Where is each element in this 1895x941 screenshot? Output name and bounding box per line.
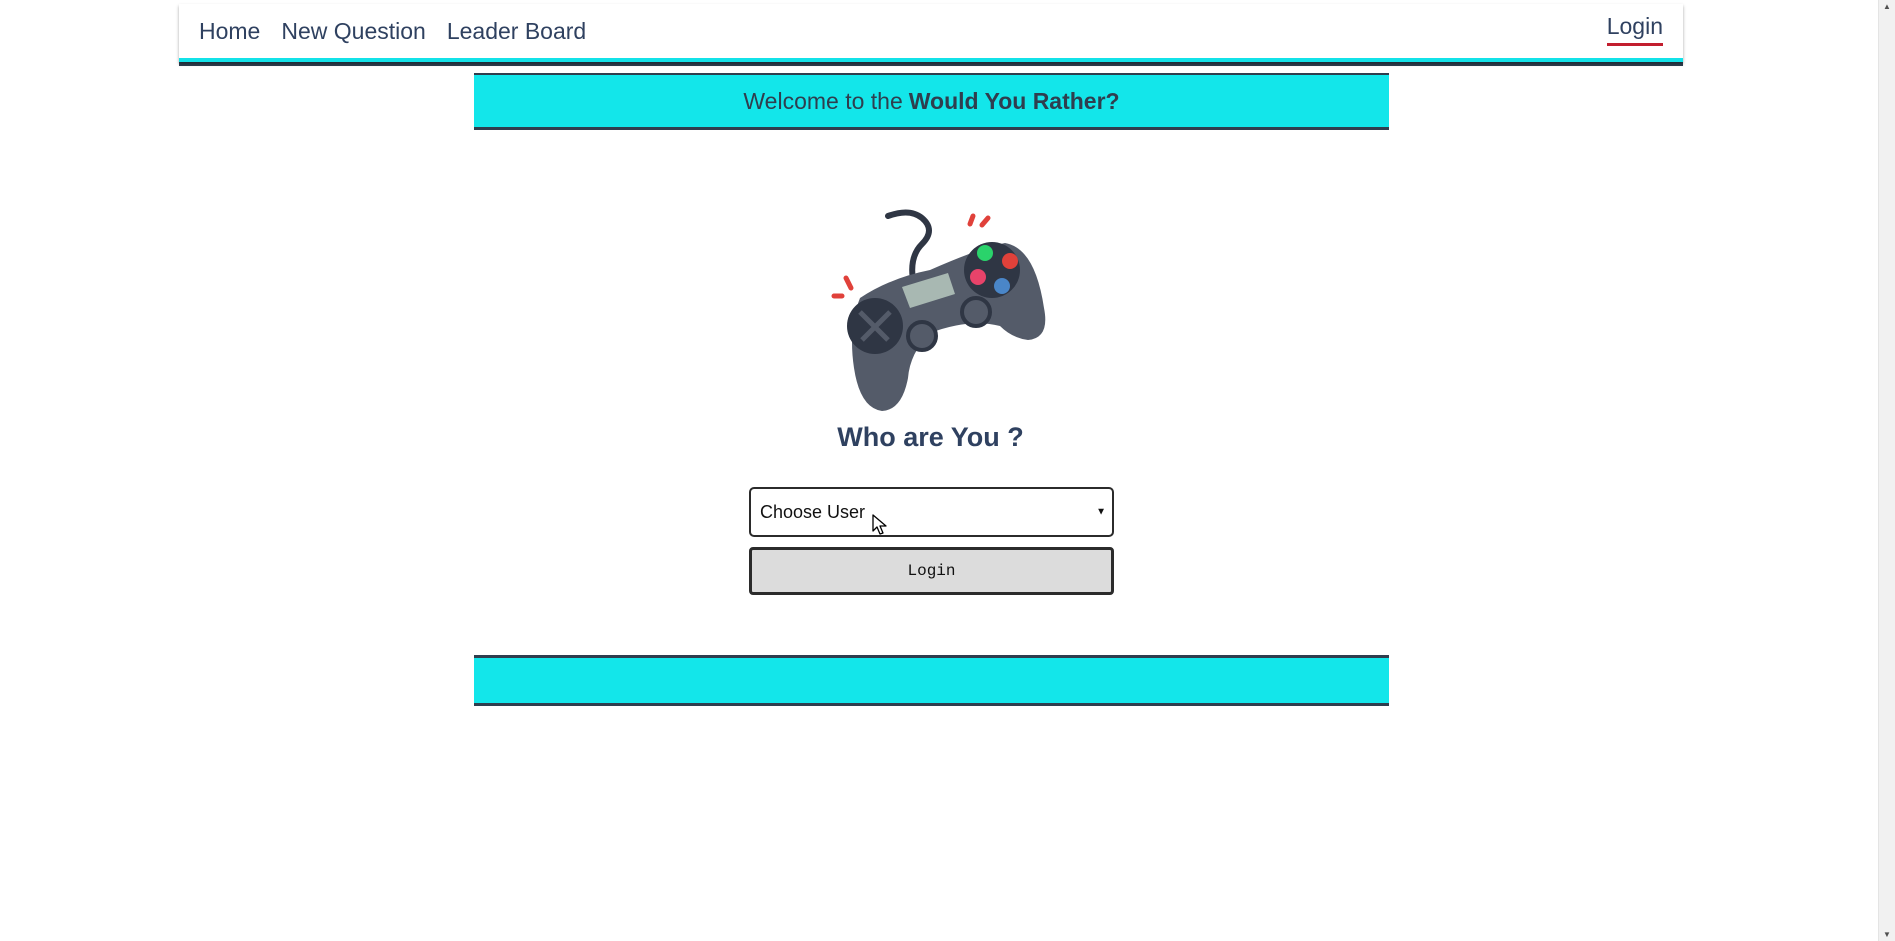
scroll-up-icon[interactable]: ▲	[1883, 2, 1891, 11]
scrollbar[interactable]: ▲ ▼	[1878, 0, 1895, 941]
login-button[interactable]: Login	[749, 547, 1114, 595]
nav-new-question-link[interactable]: New Question	[281, 18, 425, 45]
gamepad-icon	[831, 209, 1046, 411]
nav-login-link[interactable]: Login	[1606, 13, 1663, 46]
nav-home-link[interactable]: Home	[199, 18, 260, 45]
user-select[interactable]: Choose User ▼	[749, 487, 1114, 537]
welcome-banner: Welcome to the Would You Rather?	[474, 73, 1389, 130]
banner-app-name: Would You Rather?	[908, 87, 1120, 114]
dropdown-arrow-icon: ▼	[1096, 506, 1106, 518]
footer-bar	[474, 655, 1389, 706]
nav-links: Home New Question Leader Board	[179, 18, 1607, 45]
nav-right: Login	[1606, 13, 1683, 46]
top-navbar: Home New Question Leader Board Login	[179, 4, 1683, 62]
user-select-value: Choose User	[760, 501, 866, 522]
banner-prefix: Welcome to the	[743, 87, 903, 114]
nav-leader-board-link[interactable]: Leader Board	[447, 18, 586, 45]
who-are-you-heading: Who are You ?	[837, 422, 1024, 452]
page: Home New Question Leader Board Login Wel…	[0, 0, 1895, 941]
mouse-cursor-icon	[872, 514, 887, 535]
scroll-down-icon[interactable]: ▼	[1883, 930, 1891, 939]
